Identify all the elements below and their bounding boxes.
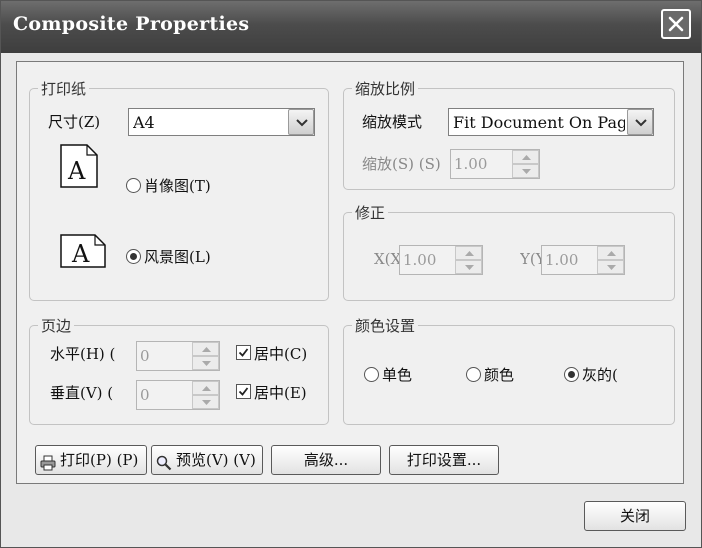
print-setup-button[interactable]: 打印设置... [389,445,499,475]
scale-factor-value: 1.00 [454,155,488,173]
printer-icon [40,452,56,474]
spin-up-icon[interactable] [192,342,219,356]
title-bar[interactable]: Composite Properties [1,1,701,53]
spin-up-icon[interactable] [192,381,219,395]
center-vertical-label: 居中(E) [254,384,307,402]
color-group: 颜色设置 单色 颜色 灰的( [343,315,675,425]
print-button[interactable]: 打印(P) (P) [35,445,147,475]
margins-group-title: 页边 [38,315,75,336]
paper-group: 打印纸 尺寸(Z) A4 A 肖像图(T) A 风景图(L) [29,78,329,301]
correction-group: 修正 X(X) 1.00 Y(Y) 1.00 [343,202,675,301]
scale-group-title: 缩放比例 [352,78,419,99]
print-button-label: 打印(P) (P) [60,451,139,469]
scale-mode-combo[interactable]: Fit Document On Page [448,108,654,136]
correction-y-label: Y(Y) [520,250,542,268]
close-button-label: 关闭 [619,507,650,525]
paper-size-value: A4 [133,113,155,132]
preview-button-label: 预览(V) (V) [176,451,256,469]
window-title: Composite Properties [13,13,250,35]
portrait-paper-letter: A [67,157,86,185]
portrait-label: 肖像图(T) [144,177,211,195]
spin-down-icon[interactable] [455,260,482,274]
spin-down-icon[interactable] [192,356,219,370]
margin-vertical-spinner[interactable]: 0 [136,380,220,410]
paper-size-combo[interactable]: A4 [128,108,315,136]
advanced-button-label: 高级... [303,451,349,469]
close-icon[interactable] [661,9,691,39]
checkmark-icon [238,348,249,357]
spin-down-icon[interactable] [512,164,539,178]
margins-group: 页边 水平(H) ( 0 居中(C) 垂直(V) ( 0 居中(E) [29,315,329,425]
properties-panel: 打印纸 尺寸(Z) A4 A 肖像图(T) A 风景图(L) 缩放比例 缩放模式… [16,61,684,484]
color-gray-radio[interactable] [564,367,579,382]
margin-horizontal-spinner[interactable]: 0 [136,341,220,371]
spin-up-icon[interactable] [597,246,624,260]
chevron-down-icon[interactable] [288,109,314,135]
landscape-label: 风景图(L) [144,248,211,266]
correction-x-spinner[interactable]: 1.00 [399,245,483,275]
correction-y-value: 1.00 [545,251,579,269]
color-color-label: 颜色 [484,366,515,384]
spin-down-icon[interactable] [597,260,624,274]
spin-up-icon[interactable] [455,246,482,260]
color-color-radio[interactable] [466,367,481,382]
magnifier-icon [156,452,172,474]
landscape-paper-icon: A [60,234,106,272]
color-gray-label: 灰的( [582,366,618,384]
scale-mode-label: 缩放模式 [362,113,423,131]
margin-vertical-label: 垂直(V) ( [50,384,114,402]
scale-mode-value: Fit Document On Page [453,113,625,132]
dialog-window: Composite Properties 打印纸 尺寸(Z) A4 A 肖像图(… [0,0,702,548]
landscape-paper-letter: A [71,240,90,268]
center-horizontal-label: 居中(C) [254,345,308,363]
close-button[interactable]: 关闭 [584,501,686,531]
margin-horizontal-label: 水平(H) ( [50,345,116,363]
landscape-radio[interactable] [126,249,141,264]
correction-y-spinner[interactable]: 1.00 [541,245,625,275]
margin-horizontal-value: 0 [140,347,150,365]
color-mono-radio[interactable] [364,367,379,382]
print-setup-button-label: 打印设置... [406,451,482,469]
spin-up-icon[interactable] [512,150,539,164]
chevron-down-icon[interactable] [627,109,653,135]
paper-size-label: 尺寸(Z) [48,113,101,131]
correction-group-title: 修正 [352,202,389,223]
correction-x-label: X(X) [374,250,400,268]
checkmark-icon [238,387,249,396]
correction-x-value: 1.00 [403,251,437,269]
color-group-title: 颜色设置 [352,315,419,336]
portrait-radio[interactable] [126,178,141,193]
spin-down-icon[interactable] [192,395,219,409]
scale-group: 缩放比例 缩放模式 Fit Document On Page 缩放(S) (S)… [343,78,675,190]
advanced-button[interactable]: 高级... [271,445,381,475]
margin-vertical-value: 0 [140,386,150,404]
center-horizontal-checkbox[interactable] [236,345,251,360]
preview-button[interactable]: 预览(V) (V) [151,445,263,475]
center-vertical-checkbox[interactable] [236,384,251,399]
scale-factor-label: 缩放(S) (S) [362,155,441,173]
paper-group-title: 打印纸 [38,78,90,99]
portrait-paper-icon: A [60,144,98,192]
color-mono-label: 单色 [382,366,413,384]
scale-factor-spinner[interactable]: 1.00 [450,149,540,179]
